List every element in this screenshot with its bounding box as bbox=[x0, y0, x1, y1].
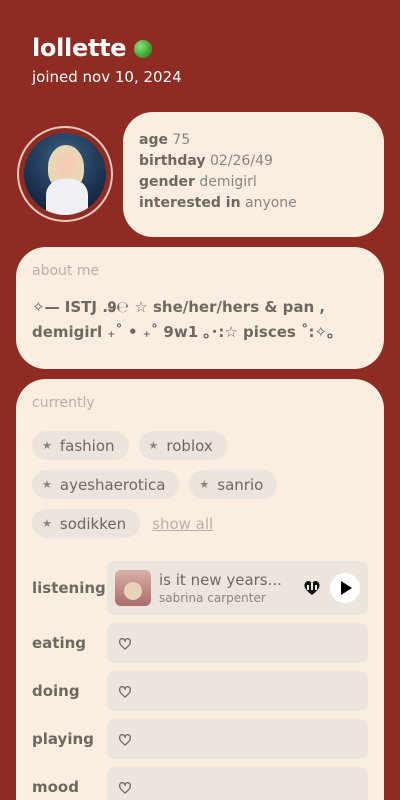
show-all-link[interactable]: show all bbox=[152, 515, 213, 533]
row-label-mood: mood bbox=[32, 778, 79, 796]
row-eating: eating bbox=[32, 623, 368, 663]
playing-box[interactable] bbox=[107, 719, 368, 759]
listening-box[interactable]: is it new years... sabrina carpenter bbox=[107, 561, 368, 615]
stat-birthday: birthday 02/26/49 bbox=[139, 153, 273, 169]
interest-chips: ★ fashion ★ roblox ★ ayeshaerotica ★ sanrio … bbox=[32, 431, 292, 538]
row-label-eating: eating bbox=[32, 634, 87, 652]
star-icon: ★ bbox=[42, 478, 52, 491]
stats-card: age 75 birthday 02/26/49 gender demigirl… bbox=[123, 112, 384, 237]
chip-roblox[interactable]: ★ roblox bbox=[138, 431, 227, 460]
row-label-playing: playing bbox=[32, 730, 94, 748]
currently-card: currently ★ fashion ★ roblox ★ ayeshaerotic… bbox=[16, 379, 384, 800]
profile-header: lollette joined nov 10, 2024 bbox=[32, 34, 182, 86]
song-title: is it new years... bbox=[159, 571, 282, 589]
play-button[interactable] bbox=[330, 573, 360, 603]
currently-title: currently bbox=[32, 395, 95, 411]
heart-outline-icon bbox=[119, 781, 131, 794]
row-label-doing: doing bbox=[32, 682, 80, 700]
stat-interested-in: interested in anyone bbox=[139, 195, 297, 211]
stat-age: age 75 bbox=[139, 132, 191, 148]
mood-box[interactable] bbox=[107, 767, 368, 800]
chip-sanrio[interactable]: ★ sanrio bbox=[189, 470, 278, 499]
chip-sodikken[interactable]: ★ sodikken bbox=[32, 509, 141, 538]
row-doing: doing bbox=[32, 671, 368, 711]
about-card: about me ✧— ISTJ .𝟗℮ ☆ she/her/hers & pa… bbox=[16, 247, 384, 369]
avatar[interactable] bbox=[17, 126, 113, 222]
about-title: about me bbox=[32, 263, 100, 279]
doing-box[interactable] bbox=[107, 671, 368, 711]
online-status-icon bbox=[134, 40, 153, 58]
stat-gender: gender demigirl bbox=[139, 174, 257, 190]
heart-outline-icon bbox=[119, 733, 131, 746]
star-icon: ★ bbox=[148, 439, 159, 452]
song-info: is it new years... sabrina carpenter bbox=[159, 571, 296, 605]
row-label-listening: listening bbox=[32, 579, 106, 597]
about-line-2: demigirl ₊˚ • ₊˚ 9w1 ｡･:☆ pisces ˚:✧｡ bbox=[32, 323, 335, 341]
star-icon: ★ bbox=[42, 439, 52, 452]
song-artist: sabrina carpenter bbox=[159, 591, 266, 605]
about-line-1: ✧— ISTJ .𝟗℮ ☆ she/her/hers & pan , bbox=[32, 298, 326, 316]
avatar-image bbox=[24, 133, 106, 215]
album-art bbox=[115, 570, 151, 606]
status-rows: listening is it new years... sabrina car… bbox=[32, 561, 368, 800]
deezer-icon bbox=[304, 580, 320, 595]
row-listening: listening is it new years... sabrina car… bbox=[32, 561, 368, 615]
heart-outline-icon bbox=[119, 685, 131, 698]
chip-ayeshaerotica[interactable]: ★ ayeshaerotica bbox=[32, 470, 180, 499]
star-icon: ★ bbox=[42, 517, 52, 530]
about-text: ✧— ISTJ .𝟗℮ ☆ she/her/hers & pan , demig… bbox=[32, 295, 368, 345]
row-playing: playing bbox=[32, 719, 368, 759]
row-mood: mood bbox=[32, 767, 368, 800]
eating-box[interactable] bbox=[107, 623, 368, 663]
heart-outline-icon bbox=[119, 637, 131, 650]
name-row: lollette bbox=[32, 34, 182, 62]
profile-name: lollette bbox=[32, 34, 127, 62]
chip-fashion[interactable]: ★ fashion bbox=[32, 431, 129, 460]
join-date: joined nov 10, 2024 bbox=[32, 68, 182, 86]
star-icon: ★ bbox=[199, 478, 210, 491]
